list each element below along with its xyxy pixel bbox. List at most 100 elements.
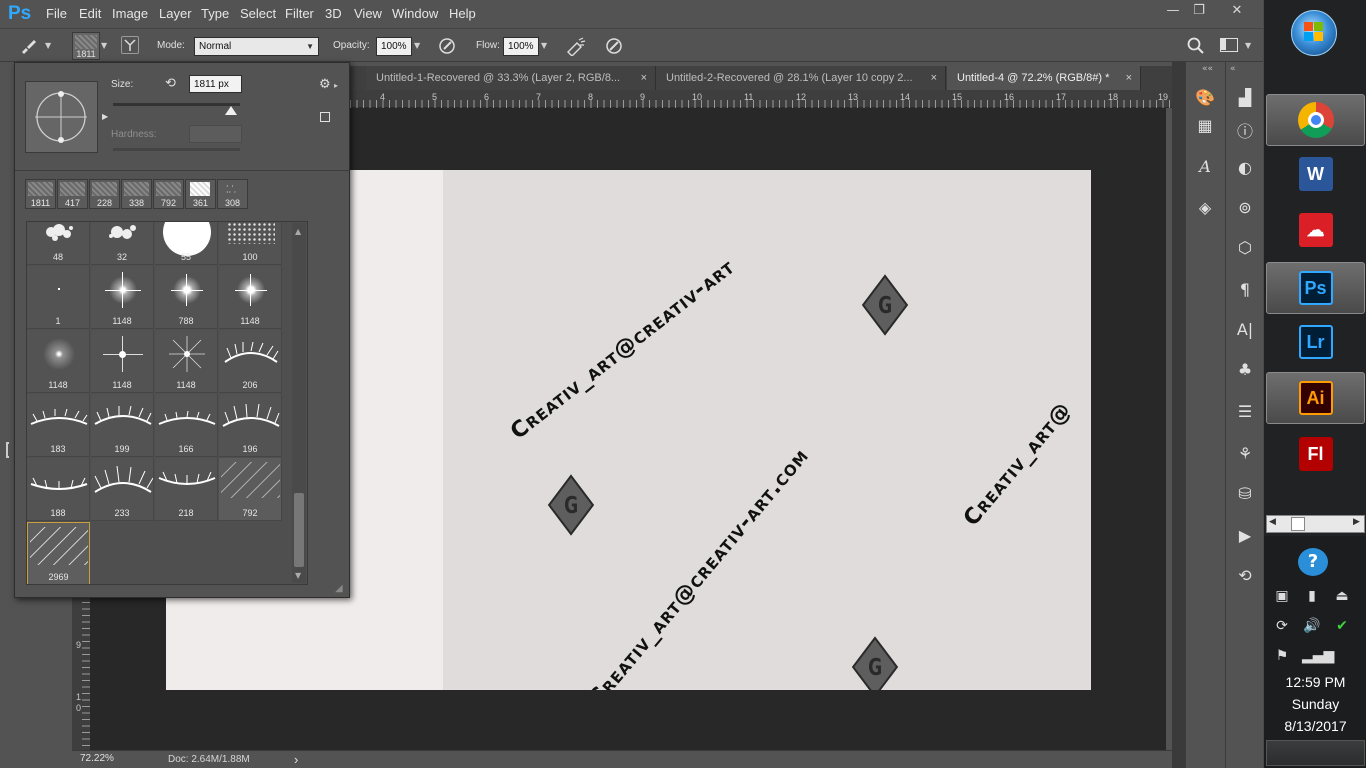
tab-untitled-1[interactable]: Untitled-1-Recovered @ 33.3% (Layer 2, R… xyxy=(366,66,656,90)
usb-icon[interactable]: ⏏ xyxy=(1332,586,1352,606)
brush-tip[interactable]: 199 xyxy=(91,394,154,457)
close-icon[interactable]: × xyxy=(931,66,937,90)
scrollbar-thumb[interactable] xyxy=(294,493,304,567)
brush-tip[interactable]: 233 xyxy=(91,458,154,521)
menu-filter[interactable]: Filter xyxy=(285,6,314,21)
recent-brush-preset[interactable]: 792 xyxy=(153,179,184,209)
menu-view[interactable]: View xyxy=(354,6,382,21)
action-center-flag-icon[interactable]: ⚑ xyxy=(1272,646,1292,666)
taskbar-scrollbar[interactable]: ◀ ▶ xyxy=(1266,515,1365,533)
grid-icon[interactable]: ▦ xyxy=(1190,116,1220,135)
restore-button[interactable]: ❐ xyxy=(1184,2,1214,20)
menu-select[interactable]: Select xyxy=(240,6,276,21)
brush-tip[interactable]: 1 xyxy=(27,266,90,329)
chevron-down-icon[interactable]: ▼ xyxy=(45,41,51,50)
chevron-down-icon[interactable]: ▼ xyxy=(101,41,107,50)
layers-icon[interactable]: ◈ xyxy=(1190,198,1220,217)
start-button[interactable] xyxy=(1291,10,1337,56)
reset-size-icon[interactable]: ⟲ xyxy=(165,76,176,91)
menu-help[interactable]: Help xyxy=(449,6,476,21)
close-button[interactable]: ✕ xyxy=(1222,2,1252,20)
properties-icon[interactable]: ☰ xyxy=(1230,402,1260,421)
battery-icon[interactable]: ▮ xyxy=(1302,586,1322,606)
recent-brush-preset[interactable]: 361 xyxy=(185,179,216,209)
character-icon[interactable]: A xyxy=(1190,157,1220,176)
brush-tip[interactable]: 48 xyxy=(27,222,90,265)
taskbar-photoshop[interactable]: Ps xyxy=(1266,262,1365,314)
tab-untitled-2[interactable]: Untitled-2-Recovered @ 28.1% (Layer 10 c… xyxy=(656,66,946,90)
brush-tip-selected[interactable]: 2969 xyxy=(27,522,90,584)
brush-tip-preview[interactable] xyxy=(25,81,98,153)
opacity-input[interactable]: 100% xyxy=(376,37,412,56)
taskbar-word[interactable]: W xyxy=(1266,148,1365,200)
brush-tool-icon[interactable] xyxy=(18,36,38,56)
close-icon[interactable]: × xyxy=(641,66,647,90)
help-icon[interactable]: ? xyxy=(1298,548,1328,576)
3d-icon[interactable]: ⬡ xyxy=(1230,238,1260,257)
scroll-right-icon[interactable]: ▶ xyxy=(1353,517,1360,527)
brush-tip[interactable]: 1148 xyxy=(27,330,90,393)
info-icon[interactable]: ⓘ xyxy=(1230,118,1260,142)
size-slider[interactable] xyxy=(113,103,240,106)
brush-tip[interactable]: 55 xyxy=(155,222,218,265)
histogram-icon[interactable]: ▟ xyxy=(1230,88,1260,107)
zoom-level[interactable]: 72.22% xyxy=(80,753,114,764)
clone-source-icon[interactable]: ♣ xyxy=(1230,360,1260,379)
collapse-icon[interactable]: «« xyxy=(1202,64,1213,74)
brush-tip[interactable]: 792 xyxy=(219,458,282,521)
status-menu-arrow[interactable]: › xyxy=(294,752,298,767)
brush-tip[interactable]: 183 xyxy=(27,394,90,457)
brush-tip[interactable]: 188 xyxy=(27,458,90,521)
close-icon[interactable]: × xyxy=(1126,66,1132,90)
chevron-down-icon[interactable]: ▼ xyxy=(541,41,547,50)
mode-select[interactable]: Normal ▼ xyxy=(194,37,319,56)
history-icon[interactable]: ⟲ xyxy=(1230,566,1260,585)
brush-tip[interactable]: 206 xyxy=(219,330,282,393)
brush-presets-icon[interactable]: ⚘ xyxy=(1230,444,1260,463)
brush-tip[interactable]: 218 xyxy=(155,458,218,521)
recent-brush-preset[interactable]: 1811 xyxy=(25,179,56,209)
chevron-down-icon[interactable]: ▸ xyxy=(334,81,338,90)
flow-input[interactable]: 100% xyxy=(503,37,539,56)
menu-image[interactable]: Image xyxy=(112,6,148,21)
scroll-up-icon[interactable]: ▲ xyxy=(295,227,301,236)
menu-3d[interactable]: 3D xyxy=(325,6,342,21)
brush-tip[interactable]: 1148 xyxy=(155,330,218,393)
paragraph-icon[interactable]: ¶ xyxy=(1230,280,1260,299)
chevron-down-icon[interactable]: ▼ xyxy=(1245,41,1251,50)
pressure-opacity-icon[interactable] xyxy=(437,36,457,56)
recent-brush-preset[interactable]: 228 xyxy=(89,179,120,209)
airbrush-icon[interactable] xyxy=(565,36,587,57)
chevron-down-icon[interactable]: ▼ xyxy=(414,41,420,50)
volume-icon[interactable]: 🔊 xyxy=(1302,616,1322,636)
menu-type[interactable]: Type xyxy=(201,6,229,21)
sync-icon[interactable]: ⟳ xyxy=(1272,616,1292,636)
play-icon[interactable]: ▶ xyxy=(1230,526,1260,545)
taskbar-flash[interactable]: Fl xyxy=(1266,428,1365,480)
clock-time[interactable]: 12:59 PM xyxy=(1264,674,1366,690)
recent-brush-preset[interactable]: 417 xyxy=(57,179,88,209)
recent-brush-preset[interactable]: · · ·· · 308 xyxy=(217,179,248,209)
scroll-left-icon[interactable]: ◀ xyxy=(1269,517,1276,527)
taskbar-lightroom[interactable]: Lr xyxy=(1266,316,1365,368)
brush-grid-scrollbar[interactable]: ▲ ▼ xyxy=(292,223,306,583)
brush-tip[interactable]: 32 xyxy=(91,222,154,265)
channels-icon[interactable]: ⊚ xyxy=(1230,198,1260,217)
taskbar-chrome[interactable] xyxy=(1266,94,1365,146)
brush-preset-picker[interactable]: 1811 xyxy=(72,32,100,60)
brush-panel-toggle-icon[interactable] xyxy=(121,36,139,54)
new-preset-icon[interactable] xyxy=(320,112,330,122)
taskbar-creative-cloud[interactable]: ☁ xyxy=(1266,204,1365,256)
tool-presets-icon[interactable]: ⛁ xyxy=(1230,484,1260,503)
recent-brush-preset[interactable]: 338 xyxy=(121,179,152,209)
adjustments-icon[interactable]: ◐ xyxy=(1230,158,1260,177)
tab-untitled-4[interactable]: Untitled-4 @ 72.2% (RGB/8#) * × xyxy=(947,66,1141,90)
brush-tip[interactable]: 788 xyxy=(155,266,218,329)
scroll-down-icon[interactable]: ▼ xyxy=(295,571,301,580)
vertical-scrollbar[interactable] xyxy=(1172,62,1185,768)
menu-file[interactable]: File xyxy=(46,6,67,21)
signal-icon[interactable]: ▂▄▆ xyxy=(1302,646,1334,666)
brush-tip[interactable]: 1148 xyxy=(91,266,154,329)
brush-tip[interactable]: 100 xyxy=(219,222,282,265)
menu-window[interactable]: Window xyxy=(392,6,438,21)
